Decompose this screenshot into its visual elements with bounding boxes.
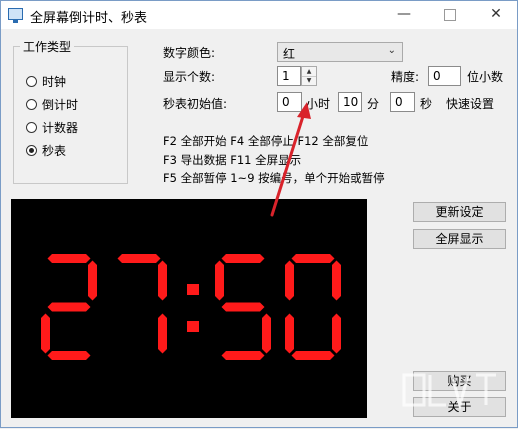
- digit-segment: [47, 351, 91, 360]
- digit-segment: [221, 254, 265, 263]
- radio-circle[interactable]: [26, 122, 37, 133]
- digit-color-select[interactable]: 红 ⌄: [277, 42, 403, 62]
- digit-segment: [47, 302, 91, 312]
- seconds-input[interactable]: 0: [390, 92, 415, 112]
- radio-label: 秒表: [42, 144, 67, 158]
- hotkey-hint-line: F5 全部暂停 1~9 按编号，单个开始或暂停: [163, 171, 385, 185]
- precision-input[interactable]: 0: [428, 66, 461, 86]
- digit-segment: [215, 260, 224, 301]
- radio-circle[interactable]: [26, 99, 37, 110]
- minutes-input[interactable]: 10: [338, 92, 362, 112]
- window-title: 全屏幕倒计时、秒表: [30, 11, 148, 26]
- digit-color-value: 红: [283, 47, 296, 61]
- colon-dot: [187, 321, 199, 332]
- fullscreen-button[interactable]: 全屏显示: [413, 229, 506, 249]
- digit-segment: [221, 351, 265, 360]
- app-window: 全屏幕倒计时、秒表 — ✕ 工作类型 时钟 倒计时 计数器 秒表 数字颜色: 红…: [0, 0, 518, 428]
- quick-settings-link[interactable]: 快速设置: [446, 95, 494, 112]
- work-type-legend: 工作类型: [20, 38, 75, 55]
- watermark-logo: [402, 373, 496, 411]
- maximize-icon: [444, 9, 456, 21]
- display-count-label: 显示个数:: [163, 70, 216, 84]
- digit-segment: [332, 260, 341, 301]
- digital-display: [11, 199, 367, 418]
- title-bar: 全屏幕倒计时、秒表 — ✕: [1, 1, 517, 29]
- digit-segment: [332, 313, 341, 354]
- display-count-stepper[interactable]: ▲ ▼: [301, 66, 317, 86]
- hotkey-hint-line: F3 导出数据 F11 全屏显示: [163, 153, 302, 167]
- digit-segment: [158, 260, 167, 301]
- digit-segment: [262, 313, 271, 354]
- radio-label: 倒计时: [42, 98, 79, 112]
- radio-label: 时钟: [42, 75, 67, 89]
- digit-segment: [285, 313, 294, 354]
- radio-label: 计数器: [42, 121, 79, 135]
- maximize-button[interactable]: [427, 1, 473, 29]
- digit-segment: [88, 260, 97, 301]
- digit-segment: [291, 351, 335, 360]
- radio-circle[interactable]: [26, 76, 37, 87]
- digit-segment: [47, 254, 91, 263]
- digit-segment: [285, 260, 294, 301]
- close-button[interactable]: ✕: [473, 1, 518, 29]
- app-icon: [8, 8, 23, 23]
- hotkey-hint-line: F2 全部开始 F4 全部停止 F12 全部复位: [163, 134, 369, 148]
- colon-dot: [187, 284, 199, 295]
- hours-unit: 小时: [306, 97, 331, 111]
- seven-segment-readout: [41, 254, 341, 360]
- minimize-button[interactable]: —: [381, 1, 427, 29]
- precision-unit: 位小数: [467, 70, 504, 84]
- digit-color-label: 数字颜色:: [163, 46, 216, 60]
- initial-value-label: 秒表初始值:: [163, 97, 228, 111]
- update-settings-button[interactable]: 更新设定: [413, 202, 506, 222]
- chevron-down-icon: ⌄: [387, 45, 396, 56]
- digit-segment: [158, 313, 167, 354]
- stepper-down-icon[interactable]: ▼: [302, 76, 316, 85]
- precision-label: 精度:: [391, 70, 420, 84]
- digit-segment: [221, 302, 265, 312]
- digit-segment: [41, 313, 50, 354]
- radio-circle-checked[interactable]: [26, 145, 37, 156]
- minutes-unit: 分: [367, 97, 380, 111]
- seconds-unit: 秒: [420, 97, 433, 111]
- hours-input[interactable]: 0: [277, 92, 302, 112]
- work-type-group: 工作类型: [13, 38, 128, 184]
- display-count-input[interactable]: 1: [277, 66, 301, 86]
- digit-segment: [117, 254, 161, 263]
- digit-segment: [291, 254, 335, 263]
